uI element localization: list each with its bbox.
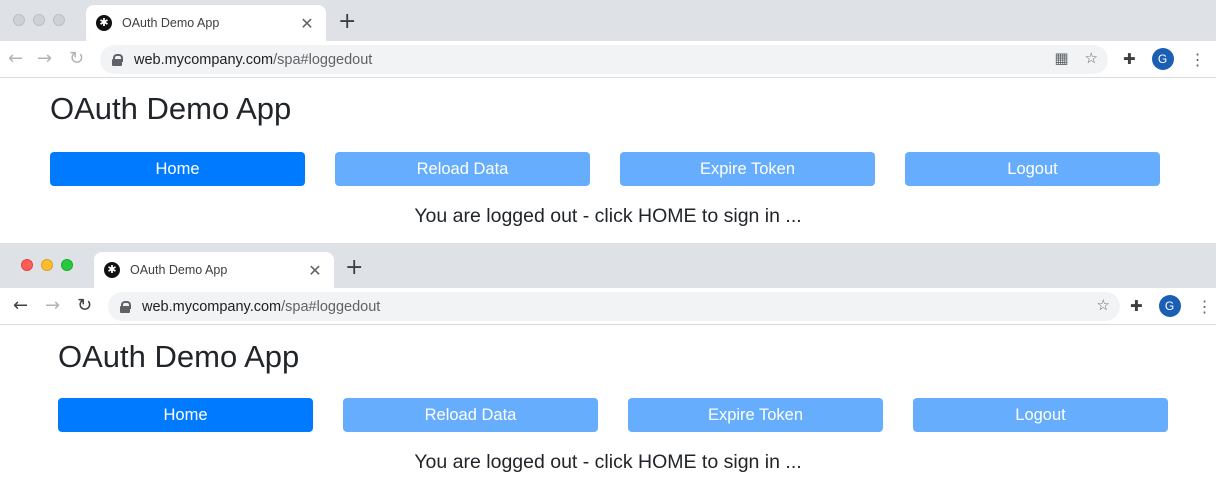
expire-token-button[interactable]: Expire Token (620, 152, 875, 186)
forward-button[interactable]: → (45, 296, 60, 316)
new-tab-button[interactable]: + (338, 9, 356, 34)
lock-icon[interactable] (112, 53, 123, 66)
tab-oauth-demo-app[interactable]: ✱ OAuth Demo App ✕ (86, 5, 326, 41)
lock-icon[interactable] (120, 300, 131, 313)
back-button[interactable]: ← (8, 49, 23, 69)
forward-button[interactable]: → (37, 49, 52, 69)
profile-avatar[interactable]: G (1158, 295, 1181, 317)
minimize-window-button[interactable] (41, 259, 53, 271)
status-message: You are logged out - click HOME to sign … (414, 451, 802, 473)
window-controls (13, 14, 65, 26)
reload-data-button[interactable]: Reload Data (343, 398, 598, 432)
new-tab-button[interactable]: + (345, 255, 363, 280)
address-bar[interactable]: web.mycompany.com/spa#loggedout ▦ ☆ (100, 45, 1108, 74)
status-message: You are logged out - click HOME to sign … (414, 205, 802, 227)
star-icon[interactable]: ☆ (1085, 49, 1098, 67)
minimize-window-button[interactable] (33, 14, 45, 26)
close-window-button[interactable] (13, 14, 25, 26)
maximize-window-button[interactable] (53, 14, 65, 26)
tab-strip: ✱ OAuth Demo App ✕ + (0, 0, 1216, 41)
tab-close-icon[interactable]: ✕ (298, 14, 316, 33)
qr-code-icon[interactable]: ▦ (1054, 49, 1068, 67)
home-button[interactable]: Home (58, 398, 313, 432)
tab-strip: ✱ OAuth Demo App ✕ + (0, 243, 1216, 288)
url-text[interactable]: web.mycompany.com/spa#loggedout (134, 52, 372, 68)
puzzle-icon[interactable]: ✚ (1130, 297, 1143, 315)
page-title: OAuth Demo App (58, 339, 300, 374)
browser-toolbar: ← → ↻ web.mycompany.com/spa#loggedout ☆ … (0, 288, 1216, 325)
page-title: OAuth Demo App (50, 91, 292, 126)
close-window-button[interactable] (21, 259, 33, 271)
browser-menu-icon[interactable]: ⋮ (1197, 297, 1213, 316)
app-favicon-icon: ✱ (96, 15, 112, 31)
url-text[interactable]: web.mycompany.com/spa#loggedout (142, 299, 380, 315)
browser-window-2: ✱ OAuth Demo App ✕ + ← → ↻ web.mycompany… (0, 243, 1216, 487)
profile-avatar[interactable]: G (1151, 48, 1174, 70)
back-button[interactable]: ← (13, 296, 28, 316)
logout-button[interactable]: Logout (913, 398, 1168, 432)
reload-button[interactable]: ↻ (69, 49, 84, 69)
home-button[interactable]: Home (50, 152, 305, 186)
puzzle-icon[interactable]: ✚ (1123, 50, 1136, 68)
browser-menu-icon[interactable]: ⋮ (1190, 50, 1206, 69)
expire-token-button[interactable]: Expire Token (628, 398, 883, 432)
tab-close-icon[interactable]: ✕ (306, 261, 324, 280)
tab-title: OAuth Demo App (122, 16, 220, 30)
browser-window-1: ✱ OAuth Demo App ✕ + ← → ↻ web.mycompany… (0, 0, 1216, 243)
tab-oauth-demo-app[interactable]: ✱ OAuth Demo App ✕ (94, 252, 334, 288)
window-controls (21, 259, 73, 271)
logout-button[interactable]: Logout (905, 152, 1160, 186)
tab-title: OAuth Demo App (130, 263, 228, 277)
reload-button[interactable]: ↻ (77, 296, 92, 316)
star-icon[interactable]: ☆ (1097, 296, 1110, 314)
browser-toolbar: ← → ↻ web.mycompany.com/spa#loggedout ▦ … (0, 41, 1216, 78)
maximize-window-button[interactable] (61, 259, 73, 271)
reload-data-button[interactable]: Reload Data (335, 152, 590, 186)
address-bar[interactable]: web.mycompany.com/spa#loggedout ☆ (108, 292, 1120, 321)
app-favicon-icon: ✱ (104, 262, 120, 278)
